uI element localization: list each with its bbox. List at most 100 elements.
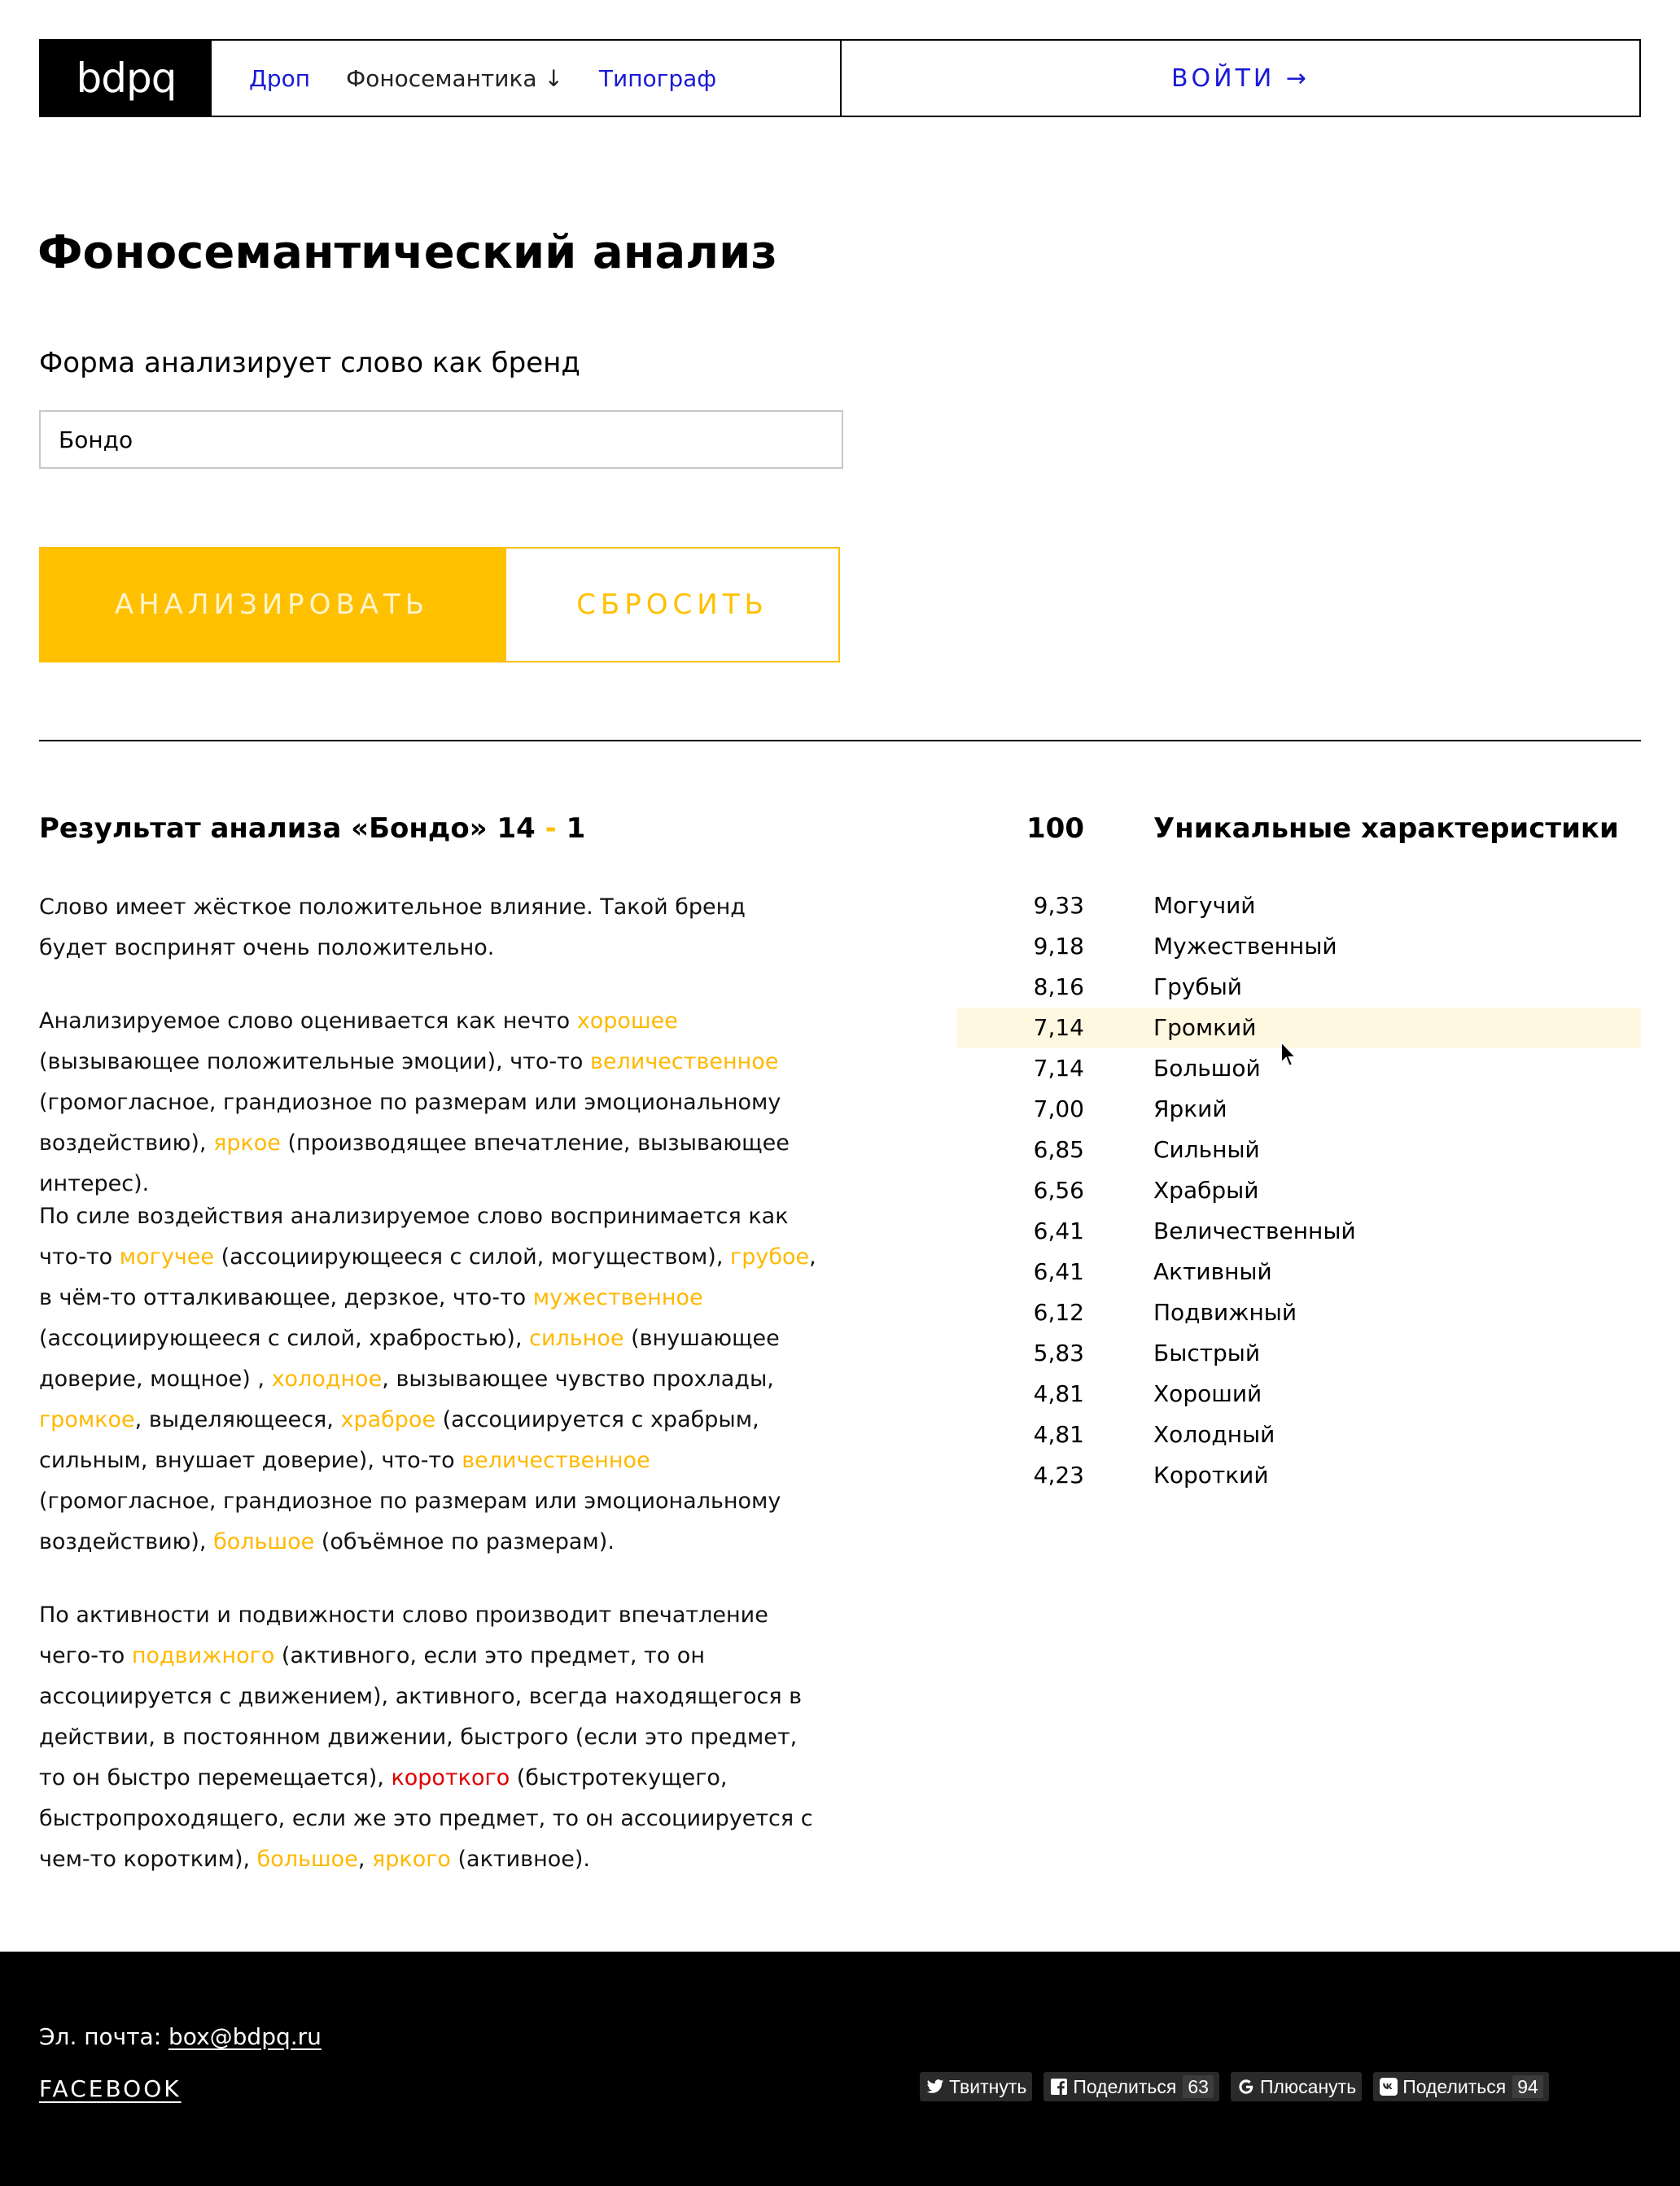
characteristic-row[interactable]: 8,16 Грубый [957,967,1641,1008]
facebook-icon [1049,2077,1069,2096]
characteristic-row[interactable]: 6,41 Величественный [957,1211,1641,1252]
characteristic-value: 9,33 [1033,892,1084,919]
result-title-suffix: 1 [566,812,586,845]
characteristic-label: Подвижный [1153,1299,1297,1326]
share-vk-button[interactable]: Поделиться 94 [1373,2072,1549,2101]
share-facebook-label: Поделиться [1073,2075,1177,2097]
characteristic-row[interactable]: 6,12 Подвижный [957,1292,1641,1333]
characteristic-row[interactable]: 7,14 Большой [957,1048,1641,1089]
characteristic-label: Грубый [1153,973,1242,1000]
nav-link-typograph[interactable]: Типограф [599,65,716,92]
characteristic-row[interactable]: 6,41 Активный [957,1252,1641,1292]
trait-highlight: большое [213,1529,315,1554]
email-link[interactable]: box@bdpq.ru [168,2023,322,2050]
share-google-label: Плюсануть [1259,2075,1357,2097]
characteristic-label: Величественный [1153,1218,1356,1244]
trait-highlight: могучее [119,1244,215,1270]
top-nav: bdpq Дроп Фоносемантика ↓ Типограф ВОЙТИ… [39,39,1641,117]
email-label: Эл. почта: [39,2023,169,2050]
characteristics-total: 100 [1026,812,1084,845]
trait-highlight: храброе [340,1407,436,1432]
trait-highlight: грубое [730,1244,810,1270]
page-title: Фоносемантический анализ [37,226,777,279]
result-title-prefix: Результат анализа «Бондо» 14 [39,812,536,845]
characteristic-value: 6,41 [1033,1218,1084,1244]
trait-highlight: громкое [39,1407,135,1432]
characteristics-title: Уникальные характеристики [1153,812,1619,845]
characteristic-label: Храбрый [1153,1177,1259,1204]
characteristic-label: Холодный [1153,1421,1275,1448]
characteristic-label: Большой [1153,1055,1261,1082]
nav-links: Дроп Фоносемантика ↓ Типограф [212,41,842,116]
share-google-button[interactable]: Плюсануть [1230,2072,1363,2101]
trait-highlight: сильное [529,1326,624,1351]
share-bar: Твитнуть Поделиться 63 Плюсануть Поделит… [920,2072,1560,2101]
mouse-cursor-icon [1280,1040,1298,1068]
form-label: Форма анализирует слово как бренд [39,347,580,379]
email-row: Эл. почта: box@bdpq.ru [39,2023,322,2050]
characteristic-value: 5,83 [1033,1340,1084,1366]
characteristic-row[interactable]: 4,81 Хороший [957,1374,1641,1414]
characteristic-value: 7,14 [1033,1055,1084,1082]
login-button[interactable]: ВОЙТИ → [842,41,1639,116]
characteristic-row[interactable]: 9,18 Мужественный [957,926,1641,967]
characteristic-label: Быстрый [1153,1340,1261,1366]
characteristic-value: 6,56 [1033,1177,1084,1204]
characteristic-row-hovered[interactable]: 7,14 Громкий [957,1008,1641,1048]
characteristic-value: 9,18 [1033,933,1084,960]
result-paragraph-strength: По силе воздействия анализируемое слово … [39,1204,816,1554]
word-input[interactable] [39,410,843,469]
analyze-button[interactable]: АНАЛИЗИРОВАТЬ [39,547,505,662]
characteristic-value: 4,81 [1033,1421,1084,1448]
characteristic-value: 4,23 [1033,1462,1084,1489]
result-paragraph-summary: Слово имеет жёсткое положительное влияни… [39,894,746,960]
characteristic-row[interactable]: 6,56 Храбрый [957,1170,1641,1211]
characteristic-row[interactable]: 6,85 Сильный [957,1130,1641,1170]
characteristic-row[interactable]: 9,33 Могучий [957,885,1641,926]
characteristic-label: Могучий [1153,892,1256,919]
characteristic-value: 7,14 [1033,1014,1084,1041]
characteristic-value: 7,00 [1033,1095,1084,1122]
characteristic-value: 6,12 [1033,1299,1084,1326]
facebook-link[interactable]: FACEBOOK [39,2075,182,2102]
characteristics-header: 100 Уникальные характеристики [957,812,1641,853]
share-vk-label: Поделиться [1402,2075,1507,2097]
characteristic-label: Активный [1153,1258,1272,1285]
vk-icon [1379,2077,1398,2096]
characteristics-list: 9,33 Могучий 9,18 Мужественный 8,16 Грубый … [957,885,1641,1496]
characteristic-value: 6,41 [1033,1258,1084,1285]
share-facebook-button[interactable]: Поделиться 63 [1043,2072,1219,2101]
trait-highlight: холодное [271,1366,383,1392]
characteristic-label: Яркий [1153,1095,1227,1122]
result-paragraph-activity: По активности и подвижности слово произв… [39,1602,813,1872]
characteristic-row[interactable]: 4,23 Короткий [957,1455,1641,1496]
characteristic-label: Громкий [1153,1014,1257,1041]
share-facebook-count: 63 [1183,2075,1214,2098]
nav-link-drop[interactable]: Дроп [249,65,310,92]
characteristic-row[interactable]: 5,83 Быстрый [957,1333,1641,1374]
twitter-icon [925,2077,945,2096]
characteristic-row[interactable]: 4,81 Холодный [957,1414,1641,1455]
google-icon [1236,2077,1256,2096]
trait-highlight-negative: короткого [391,1765,510,1790]
result-title: Результат анализа «Бондо» 14 - 1 [39,812,585,845]
characteristic-value: 8,16 [1033,973,1084,1000]
nav-link-phonosemantics[interactable]: Фоносемантика ↓ [346,65,563,92]
trait-highlight: величественное [590,1049,779,1074]
characteristic-row[interactable]: 7,00 Яркий [957,1089,1641,1130]
share-twitter-label: Твитнуть [949,2075,1027,2097]
trait-highlight: яркого [372,1847,451,1872]
trait-highlight: мужественное [532,1285,703,1310]
logo[interactable]: bdpq [41,41,212,116]
result-paragraph-evaluation: Анализируемое слово оценивается как нечт… [39,1008,790,1196]
section-divider [39,740,1641,741]
characteristic-label: Хороший [1153,1380,1262,1407]
share-vk-count: 94 [1512,2075,1543,2098]
reset-button[interactable]: СБРОСИТЬ [505,547,840,662]
share-twitter-button[interactable]: Твитнуть [920,2072,1033,2101]
trait-highlight: подвижного [131,1643,275,1668]
trait-highlight: величественное [462,1448,650,1473]
result-title-dash: - [535,812,567,845]
characteristic-label: Мужественный [1153,933,1337,960]
characteristic-label: Короткий [1153,1462,1269,1489]
